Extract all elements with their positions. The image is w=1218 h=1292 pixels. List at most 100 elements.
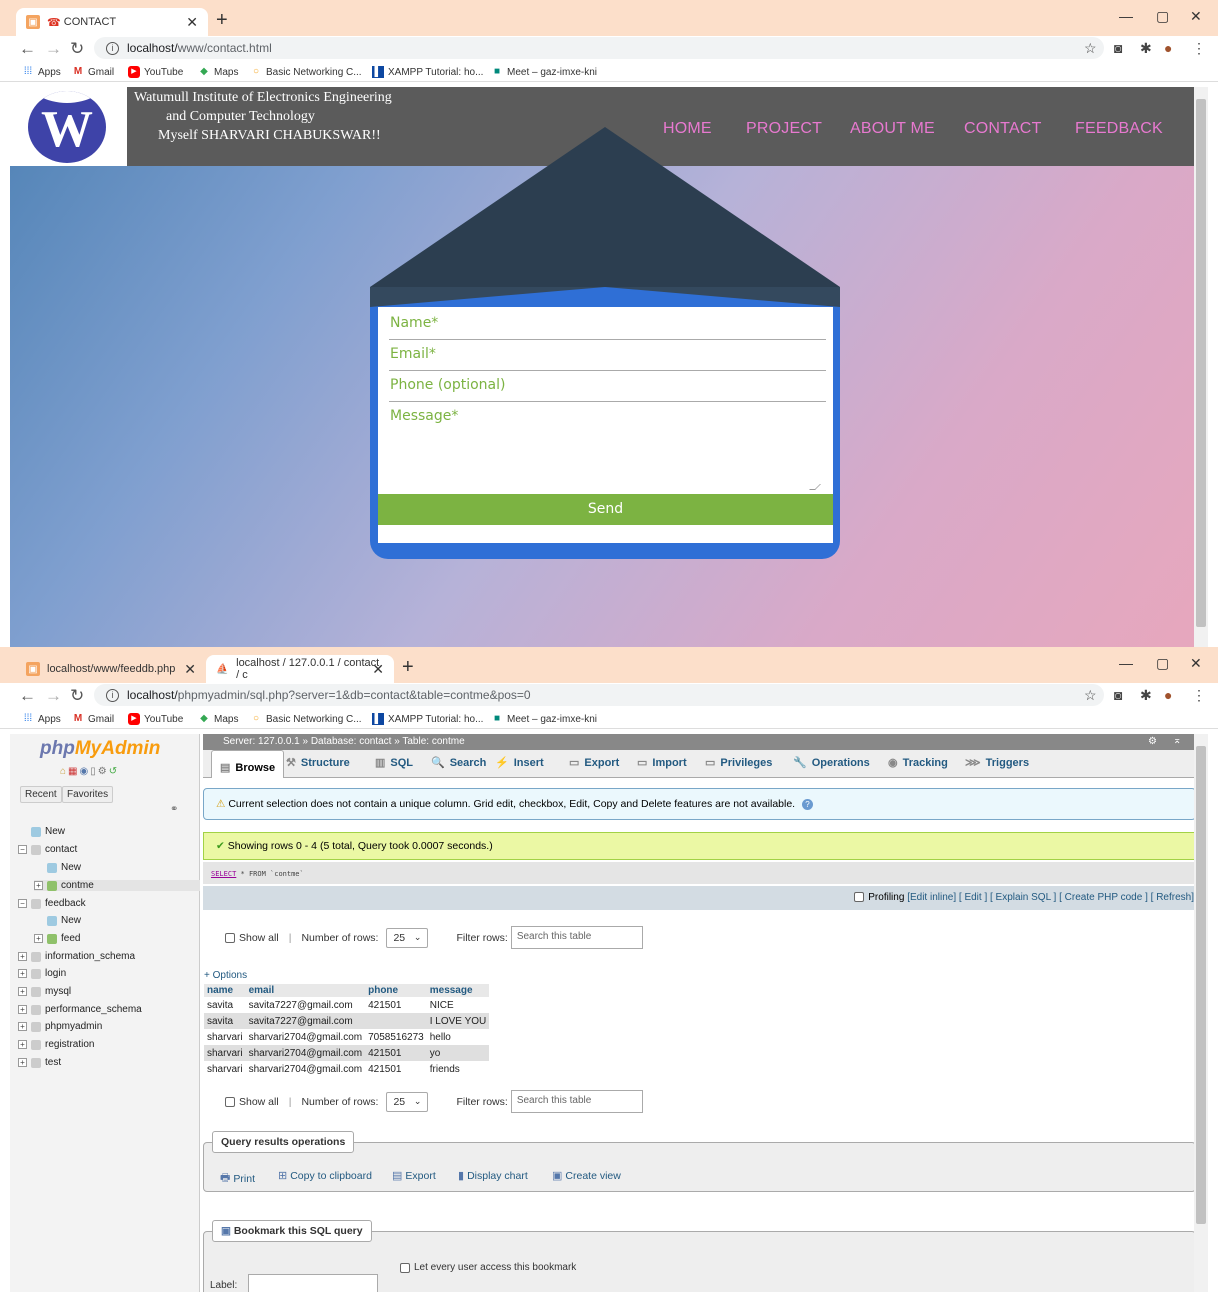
link-icon[interactable]: ⚭	[170, 804, 178, 815]
expand-icon[interactable]: +	[18, 952, 27, 961]
import-tab[interactable]: ▭ Import	[637, 756, 687, 770]
tab-feeddb[interactable]: ▣ localhost/www/feeddb.php ✕	[16, 655, 206, 683]
close-tab-icon[interactable]: ✕	[372, 661, 384, 678]
nav-contact[interactable]: CONTACT	[964, 120, 1042, 138]
column-header[interactable]: email	[245, 984, 366, 997]
email-field[interactable]: Email*	[389, 340, 826, 371]
send-button[interactable]: Send	[378, 494, 833, 525]
every-user-checkbox[interactable]	[400, 1262, 410, 1273]
tab-contact[interactable]: ▣ ☎ CONTACT ✕	[16, 8, 208, 36]
sql-query-box[interactable]: SELECT * FROM `contme`	[203, 862, 1196, 884]
new-tab-button[interactable]: +	[216, 9, 228, 32]
close-tab-icon[interactable]: ✕	[184, 661, 196, 678]
show-all-checkbox[interactable]	[225, 1096, 235, 1107]
breadcrumb[interactable]: Server: 127.0.0.1 » Database: contact » …	[203, 734, 1202, 750]
settings-icon[interactable]: ⚙	[1148, 736, 1157, 747]
scrollbar-thumb[interactable]	[1196, 99, 1206, 627]
nav-tree-item[interactable]: − feedback	[18, 898, 86, 909]
bookmark-meet[interactable]: ■ Meet – gaz-imxe-kni	[491, 713, 597, 725]
new-tab-button[interactable]: +	[402, 656, 414, 679]
minimize-button[interactable]: —	[1119, 655, 1133, 671]
column-header[interactable]: name	[204, 984, 246, 997]
nav-tree-item[interactable]: New	[34, 915, 81, 926]
url-field[interactable]: i localhost/www/contact.html	[94, 37, 1104, 59]
copy-link[interactable]: ⊞ Copy to clipboard	[278, 1169, 372, 1183]
expand-icon[interactable]: +	[18, 1058, 27, 1067]
bookmark-networking[interactable]: ○ Basic Networking C...	[250, 66, 362, 78]
nav-tree-item[interactable]: + contme	[34, 880, 200, 891]
structure-tab[interactable]: ⚒ Structure	[286, 756, 350, 770]
every-user-option[interactable]: Let every user access this bookmark	[400, 1262, 576, 1273]
rows-select[interactable]: 25 ⌄	[386, 1091, 429, 1112]
info-icon[interactable]: i	[106, 41, 119, 55]
exit-icon[interactable]: ▦	[68, 766, 79, 777]
privileges-tab[interactable]: ▭ Privileges	[705, 756, 772, 770]
bookmark-maps[interactable]: ◆ Maps	[198, 713, 238, 725]
maximize-button[interactable]: ▢	[1156, 655, 1169, 672]
operations-tab[interactable]: 🔧 Operations	[793, 756, 870, 770]
star-icon[interactable]: ☆	[1084, 40, 1097, 57]
bookmark-youtube[interactable]: ▶ YouTube	[128, 66, 183, 78]
phpmyadmin-logo[interactable]: phpMyAdmin	[40, 738, 160, 760]
maximize-button[interactable]: ▢	[1156, 8, 1169, 25]
bookmark-maps[interactable]: ◆ Maps	[198, 66, 238, 78]
more-menu-icon[interactable]: ⋮	[1192, 687, 1206, 704]
help-icon[interactable]: ◉	[80, 766, 91, 777]
nav-tree-item[interactable]: + performance_schema	[18, 1004, 142, 1015]
show-all-checkbox[interactable]	[225, 932, 235, 943]
print-link[interactable]: 🖶 Print	[220, 1169, 255, 1188]
rows-select[interactable]: 25 ⌄	[386, 927, 429, 948]
name-field[interactable]: Name*	[389, 309, 826, 340]
close-window-button[interactable]: ✕	[1190, 8, 1202, 25]
settings-icon[interactable]: ⚙	[98, 766, 109, 777]
nav-tree-item[interactable]: − contact	[18, 844, 77, 855]
collapse-icon[interactable]: ⌅	[1173, 735, 1181, 746]
display-chart-link[interactable]: ▮ Display chart	[458, 1169, 528, 1183]
tracking-tab[interactable]: ◉ Tracking	[888, 756, 948, 770]
create-view-link[interactable]: ▣ Create view	[552, 1169, 621, 1183]
back-icon[interactable]: ←	[19, 39, 36, 59]
filter-input[interactable]: Search this table	[510, 926, 643, 949]
export-link[interactable]: ▤ Export	[392, 1169, 436, 1183]
phone-field[interactable]: Phone (optional)	[389, 371, 826, 402]
scrollbar-thumb[interactable]	[1196, 746, 1206, 1224]
filter-input[interactable]: Search this table	[510, 1090, 643, 1113]
more-menu-icon[interactable]: ⋮	[1192, 40, 1206, 57]
bookmark-label-input[interactable]	[248, 1274, 378, 1292]
puzzle-icon[interactable]: ✱	[1140, 40, 1152, 57]
export-tab[interactable]: ▭ Export	[569, 756, 619, 770]
column-header[interactable]: phone	[365, 984, 427, 997]
star-icon[interactable]: ☆	[1084, 687, 1097, 704]
reload-icon[interactable]: ↻	[70, 686, 84, 706]
home-icon[interactable]: ⌂	[60, 766, 68, 777]
camera-icon[interactable]: ◙	[1114, 687, 1122, 703]
info-icon[interactable]: i	[106, 688, 119, 702]
options-link[interactable]: + Options	[204, 970, 247, 981]
expand-icon[interactable]: +	[34, 881, 43, 890]
url-field[interactable]: i localhost/phpmyadmin/sql.php?server=1&…	[94, 684, 1104, 706]
nav-tree-item[interactable]: + mysql	[18, 986, 71, 997]
forward-icon[interactable]: →	[45, 686, 62, 706]
bookmark-youtube[interactable]: ▶ YouTube	[128, 713, 183, 725]
search-tab[interactable]: 🔍 Search	[431, 756, 486, 770]
bookmark-apps[interactable]: ⁞⁞⁞ Apps	[22, 713, 61, 725]
close-tab-icon[interactable]: ✕	[186, 14, 198, 31]
page-scrollbar[interactable]	[1194, 734, 1208, 1292]
expand-icon[interactable]: +	[18, 987, 27, 996]
sql-select-keyword[interactable]: SELECT	[211, 870, 236, 878]
nav-tree-item[interactable]: + registration	[18, 1039, 94, 1050]
sql-tab[interactable]: ▥ SQL	[375, 756, 413, 770]
bookmark-xampp[interactable]: ▌ XAMPP Tutorial: ho...	[372, 713, 483, 725]
puzzle-icon[interactable]: ✱	[1140, 687, 1152, 704]
nav-tree-item[interactable]: + phpmyadmin	[18, 1021, 102, 1032]
bookmark-xampp[interactable]: ▌ XAMPP Tutorial: ho...	[372, 66, 483, 78]
bookmark-apps[interactable]: ⁞⁞⁞ Apps	[22, 66, 61, 78]
insert-tab[interactable]: ⚡ Insert	[495, 756, 544, 770]
browse-tab[interactable]: ▤ Browse	[211, 750, 285, 778]
bookmark-gmail[interactable]: M Gmail	[72, 66, 114, 78]
bookmark-networking[interactable]: ○ Basic Networking C...	[250, 713, 362, 725]
avatar[interactable]: ●	[1164, 40, 1172, 56]
reload-icon[interactable]: ↻	[70, 39, 84, 59]
expand-icon[interactable]: −	[18, 845, 27, 854]
close-window-button[interactable]: ✕	[1190, 655, 1202, 672]
